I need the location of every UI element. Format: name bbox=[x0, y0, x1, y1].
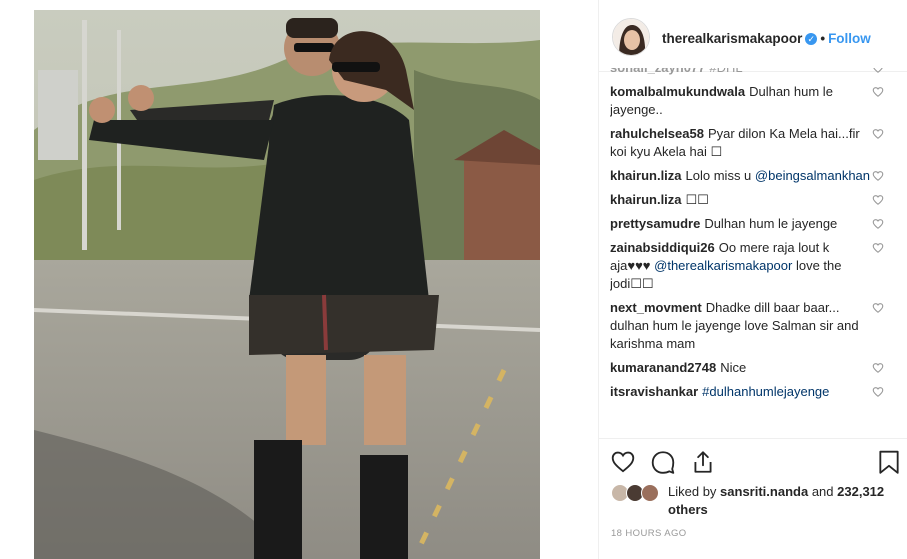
liker-avatars bbox=[611, 484, 663, 504]
comment-like-icon[interactable] bbox=[872, 242, 884, 254]
comment-item: khairun.liza ☐☐ bbox=[610, 191, 898, 209]
share-icon bbox=[694, 451, 712, 473]
likes-and: and bbox=[811, 484, 834, 499]
comment-item: itsravishankar #dulhanhumlejayenge bbox=[610, 383, 898, 401]
comment-like-icon[interactable] bbox=[872, 128, 884, 140]
avatar-image bbox=[613, 19, 649, 55]
comment-mention[interactable]: #dulhanhumlejayenge bbox=[702, 384, 829, 399]
likes-prefix: Liked by bbox=[668, 484, 717, 499]
comment-item: sonali_zayn077 #DHL bbox=[610, 68, 898, 77]
comment-mention[interactable]: @beingsalmankhan bbox=[755, 168, 870, 183]
save-button[interactable] bbox=[876, 449, 902, 475]
comment-username[interactable]: zainabsiddiqui26 bbox=[610, 240, 715, 255]
share-button[interactable] bbox=[690, 449, 716, 475]
comment-text: Nice bbox=[720, 360, 747, 375]
comment-item: zainabsiddiqui26 Oo mere raja lout k aja♥… bbox=[610, 239, 898, 293]
comment-item: prettysamudre Dulhan hum le jayenge bbox=[610, 215, 898, 233]
header-separator: • bbox=[820, 31, 826, 46]
liker-username[interactable]: sansriti.nanda bbox=[720, 484, 808, 499]
profile-avatar[interactable] bbox=[612, 18, 650, 56]
like-button[interactable] bbox=[610, 449, 636, 475]
post-photo[interactable] bbox=[34, 10, 540, 559]
comment-item: kumaranand2748 Nice bbox=[610, 359, 898, 377]
comment-item: khairun.liza Lolo miss u @beingsalmankhan bbox=[610, 167, 898, 185]
post-header: therealkarismakapoor ✓ • Follow bbox=[599, 0, 907, 72]
username-row: therealkarismakapoor ✓ • Follow bbox=[662, 31, 871, 46]
comment-username[interactable]: next_movment bbox=[610, 300, 702, 315]
comment-mention[interactable]: @therealkarismakapoor bbox=[654, 258, 792, 273]
comment-text: Lolo miss u bbox=[685, 168, 752, 183]
comment-text: #DHL bbox=[709, 68, 742, 75]
comment-username[interactable]: rahulchelsea58 bbox=[610, 126, 704, 141]
post-timestamp[interactable]: 18 HOURS AGO bbox=[611, 528, 687, 539]
comment-username[interactable]: komalbalmukundwala bbox=[610, 84, 745, 99]
comment-username[interactable]: khairun.liza bbox=[610, 192, 682, 207]
comment-like-icon[interactable] bbox=[872, 218, 884, 230]
comment-username[interactable]: kumaranand2748 bbox=[610, 360, 716, 375]
comment-item: rahulchelsea58 Pyar dilon Ka Mela hai...f… bbox=[610, 125, 898, 161]
comment-like-icon[interactable] bbox=[872, 170, 884, 182]
follow-button[interactable]: Follow bbox=[828, 31, 871, 46]
bookmark-icon bbox=[879, 450, 899, 474]
comment-username[interactable]: sonali_zayn077 bbox=[610, 68, 705, 75]
comment-item: komalbalmukundwala Dulhan hum le jayenge.… bbox=[610, 83, 898, 119]
profile-username[interactable]: therealkarismakapoor bbox=[662, 31, 802, 46]
comment-username[interactable]: itsravishankar bbox=[610, 384, 698, 399]
heart-icon bbox=[611, 451, 635, 473]
comment-bubble-icon bbox=[651, 451, 675, 474]
comment-text: ☐☐ bbox=[685, 192, 709, 207]
post-image bbox=[34, 10, 540, 559]
comment-button[interactable] bbox=[650, 449, 676, 475]
panel-divider bbox=[598, 0, 599, 559]
comment-like-icon[interactable] bbox=[872, 362, 884, 374]
actions-divider bbox=[599, 438, 907, 439]
comment-item: next_movment Dhadke dill baar baar... dul… bbox=[610, 299, 898, 353]
comment-like-icon[interactable] bbox=[872, 194, 884, 206]
comment-like-icon[interactable] bbox=[872, 386, 884, 398]
liker-avatar[interactable] bbox=[641, 484, 659, 502]
comment-like-icon[interactable] bbox=[872, 302, 884, 314]
verified-badge-icon: ✓ bbox=[805, 33, 818, 45]
likes-summary: Liked by sansriti.nanda and 232,312 othe… bbox=[611, 483, 901, 519]
comment-text: Dulhan hum le jayenge bbox=[704, 216, 838, 231]
comment-like-icon[interactable] bbox=[872, 68, 884, 74]
comment-like-icon[interactable] bbox=[872, 86, 884, 98]
comment-username[interactable]: prettysamudre bbox=[610, 216, 700, 231]
comment-username[interactable]: khairun.liza bbox=[610, 168, 682, 183]
comments-list[interactable]: sonali_zayn077#DHL komalbalmukundwalaDul… bbox=[610, 68, 898, 438]
